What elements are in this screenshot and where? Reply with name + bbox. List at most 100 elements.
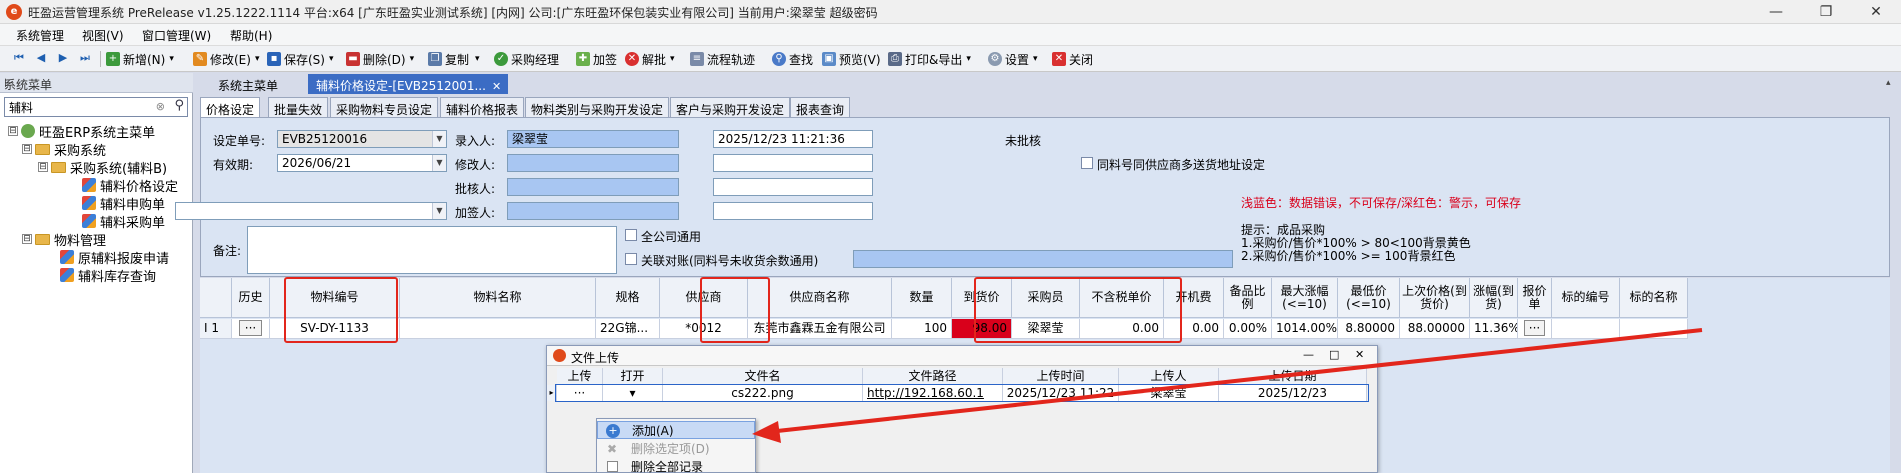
signer-field[interactable] <box>507 202 679 220</box>
dialog-col-open[interactable]: 打开 <box>603 368 663 384</box>
dialog-col-date[interactable]: 上传日期 <box>1219 368 1367 384</box>
extra-select-field[interactable]: ▼ <box>175 202 447 220</box>
menu-system[interactable]: 系统管理 <box>16 27 64 44</box>
col-quote[interactable]: 报价单 <box>1518 278 1552 318</box>
valid-date-field[interactable]: 2026/06/21 ▼ <box>277 154 447 172</box>
dialog-close-button[interactable]: ✕ <box>1355 348 1364 361</box>
same-item-checkbox[interactable] <box>1081 157 1093 169</box>
col-quantity[interactable]: 数量 <box>892 278 952 318</box>
related-reconcile-checkbox[interactable] <box>625 253 637 265</box>
close-tab-icon[interactable]: ✕ <box>492 80 501 93</box>
spec-cell[interactable]: 22G锦... <box>596 319 660 339</box>
col-rise[interactable]: 涨幅(到货) <box>1470 278 1518 318</box>
purchase-manager-button[interactable]: ✓ 采购经理 <box>494 50 559 68</box>
target-code-cell[interactable] <box>1552 319 1620 339</box>
dialog-col-uploader[interactable]: 上传人 <box>1119 368 1219 384</box>
collapse-icon[interactable]: ⊟ <box>22 144 32 154</box>
prev-record-icon[interactable]: ◀ <box>34 51 48 65</box>
tree-item-price-setting[interactable]: 辅料价格设定 <box>8 176 190 195</box>
menu-window[interactable]: 窗口管理(W) <box>142 27 211 44</box>
context-add-item[interactable]: + 添加(A) <box>597 421 755 439</box>
max-rise-cell[interactable]: 1014.00% <box>1272 319 1338 339</box>
find-button[interactable]: ⚲ 查找 <box>772 50 813 68</box>
col-material-name[interactable]: 物料名称 <box>400 278 596 318</box>
subtab-price-report[interactable]: 辅料价格报表 <box>440 97 525 117</box>
quote-button[interactable]: ··· <box>1518 319 1552 339</box>
col-target-code[interactable]: 标的编号 <box>1552 278 1620 318</box>
print-export-button[interactable]: ⎙ 打印&导出 ▾ <box>888 50 971 68</box>
collapse-icon[interactable]: ⊟ <box>8 126 18 136</box>
flow-trace-button[interactable]: ≡ 流程轨迹 <box>690 50 755 68</box>
approver-field[interactable] <box>507 178 679 196</box>
col-last-price[interactable]: 上次价格(到货价) <box>1400 278 1470 318</box>
delete-button[interactable]: ▬ 删除(D) ▾ <box>346 50 414 68</box>
last-record-icon[interactable]: ⏭ <box>78 51 92 65</box>
new-button[interactable]: + 新增(N) ▾ <box>106 50 174 68</box>
tree-item-purchase-system-b[interactable]: ⊟ 采购系统(辅料B) <box>8 158 190 177</box>
subtab-material-specialist[interactable]: 采购物料专员设定 <box>330 97 439 117</box>
col-spec[interactable]: 规格 <box>596 278 660 318</box>
subtab-category-dev[interactable]: 物料类别与采购开发设定 <box>525 97 670 117</box>
first-record-icon[interactable]: ⏮ <box>12 51 26 65</box>
pin-icon[interactable]: ⊢ <box>4 76 187 90</box>
calendar-dropdown-icon[interactable]: ▼ <box>432 155 446 171</box>
target-name-cell[interactable] <box>1620 319 1688 339</box>
chevron-down-icon[interactable]: ▼ <box>432 131 446 147</box>
spare-ratio-cell[interactable]: 0.00% <box>1224 319 1272 339</box>
search-icon[interactable]: ⚲ <box>174 98 184 113</box>
collapse-icon[interactable]: ⊟ <box>38 162 48 172</box>
save-button[interactable]: ▪ 保存(S) ▾ <box>267 50 334 68</box>
dialog-col-time[interactable]: 上传时间 <box>1003 368 1119 384</box>
next-record-icon[interactable]: ▶ <box>56 51 70 65</box>
edit-button[interactable]: ✎ 修改(E) ▾ <box>193 50 259 68</box>
setting-no-field[interactable]: EVB25120016 ▼ <box>277 130 447 148</box>
tree-item-purchase-order[interactable]: 辅料采购单 <box>8 212 190 231</box>
sign-button[interactable]: ✚ 加签 <box>576 50 617 68</box>
dialog-col-upload[interactable]: 上传 <box>557 368 603 384</box>
modifier-field[interactable] <box>507 154 679 172</box>
tree-item-stock-query[interactable]: 辅料库存查询 <box>8 266 190 285</box>
quantity-cell[interactable]: 100 <box>892 319 952 339</box>
menu-view[interactable]: 视图(V) <box>82 27 124 44</box>
related-reconcile-field[interactable] <box>853 250 1233 268</box>
tab-scroll-icon[interactable]: ▴ <box>1886 78 1891 88</box>
remark-textarea[interactable] <box>247 226 617 274</box>
company-wide-checkbox[interactable] <box>625 229 637 241</box>
col-target-name[interactable]: 标的名称 <box>1620 278 1688 318</box>
entry-person-field[interactable]: 梁翠莹 <box>507 130 679 148</box>
menu-search-input[interactable] <box>5 98 145 116</box>
tab-main-menu[interactable]: 系统主菜单 <box>210 74 286 94</box>
material-name-cell[interactable] <box>400 319 596 339</box>
col-spare-ratio[interactable]: 备品比例 <box>1224 278 1272 318</box>
col-min-price[interactable]: 最低价(<=10) <box>1338 278 1400 318</box>
dialog-maximize-button[interactable]: □ <box>1329 348 1339 361</box>
min-price-cell[interactable]: 8.80000 <box>1338 319 1400 339</box>
context-delete-selected-item[interactable]: ✖ 删除选定项(D) <box>597 440 755 458</box>
tab-price-setting-doc[interactable]: 辅料价格设定-[EVB2512001... ✕ <box>308 74 508 94</box>
dialog-col-filename[interactable]: 文件名 <box>663 368 863 384</box>
tree-item-root[interactable]: ⊟ 旺盈ERP系统主菜单 <box>8 122 190 141</box>
unlock-button[interactable]: ✕ 解批 ▾ <box>625 50 675 68</box>
restore-button[interactable]: ❐ <box>1803 0 1849 24</box>
collapse-icon[interactable]: ⊟ <box>22 234 32 244</box>
rise-cell[interactable]: 11.36% <box>1470 319 1518 339</box>
subtab-batch-invalid[interactable]: 批量失效 <box>268 97 329 117</box>
history-button[interactable]: ··· <box>232 319 270 339</box>
close-button[interactable]: ✕ 关闭 <box>1052 50 1093 68</box>
clear-search-icon[interactable]: ⊗ <box>156 100 165 113</box>
subtab-price-setting[interactable]: 价格设定 <box>200 97 261 117</box>
subtab-customer-dev[interactable]: 客户与采购开发设定 <box>670 97 791 117</box>
menu-help[interactable]: 帮助(H) <box>230 27 272 44</box>
subtab-report-query[interactable]: 报表查询 <box>790 97 851 117</box>
tree-item-purchase-system[interactable]: ⊟ 采购系统 <box>8 140 190 159</box>
tree-item-scrap-request[interactable]: 原辅料报废申请 <box>8 248 190 267</box>
col-history[interactable]: 历史 <box>232 278 270 318</box>
context-delete-all-item[interactable]: 删除全部记录 <box>597 458 755 473</box>
minimize-button[interactable]: — <box>1753 0 1799 24</box>
copy-button[interactable]: ❐ 复制 ▾ <box>428 50 480 68</box>
chevron-down-icon[interactable]: ▼ <box>432 203 446 219</box>
col-max-rise[interactable]: 最大涨幅(<=10) <box>1272 278 1338 318</box>
last-price-cell[interactable]: 88.00000 <box>1400 319 1470 339</box>
dialog-col-path[interactable]: 文件路径 <box>863 368 1003 384</box>
preview-button[interactable]: ▣ 预览(V) <box>822 50 881 68</box>
